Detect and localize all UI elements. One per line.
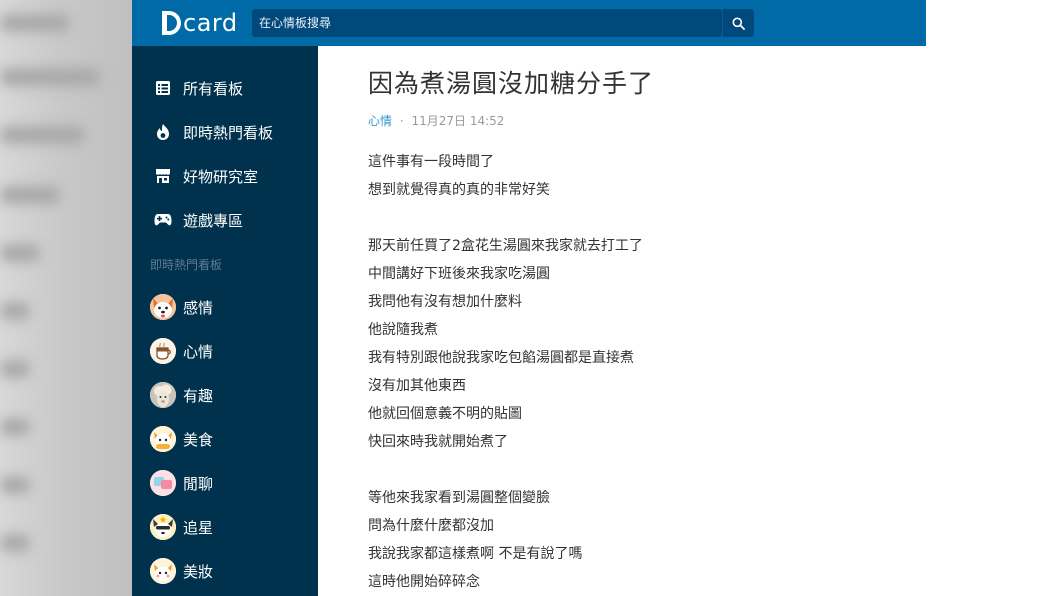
post-meta: 心情 · 11月27日 14:52 bbox=[368, 112, 504, 129]
post-body-line: 這件事有一段時間了 bbox=[368, 154, 494, 170]
sidebar-item-label: 遊戲專區 bbox=[183, 211, 244, 230]
meta-separator: · bbox=[399, 114, 404, 128]
sidebar-item-games[interactable]: 遊戲專區 bbox=[132, 202, 318, 238]
post-body-line: 這時他開始碎碎念 bbox=[368, 574, 480, 590]
post-body-line: 中間講好下班後來我家吃湯圓 bbox=[368, 266, 550, 282]
sidebar-forum-mood[interactable]: 心情 bbox=[132, 333, 318, 369]
star-dog-avatar-icon bbox=[150, 514, 176, 540]
post-body: 這件事有一段時間了想到就覺得真的真的非常好笑那天前任買了2盒花生湯圓來我家就去打… bbox=[368, 148, 908, 596]
post-forum-link[interactable]: 心情 bbox=[368, 114, 392, 128]
search-input[interactable] bbox=[252, 9, 722, 37]
sidebar-item-all-forums[interactable]: 所有看板 bbox=[132, 70, 318, 106]
shop-icon bbox=[153, 166, 173, 186]
cup-avatar-icon bbox=[150, 338, 176, 364]
dcard-logo[interactable]: card bbox=[162, 7, 238, 39]
sidebar-forum-idol[interactable]: 追星 bbox=[132, 509, 318, 545]
food-avatar-icon bbox=[150, 426, 176, 452]
post-body-line: 我有特別跟他說我家吃包餡湯圓都是直接煮 bbox=[368, 350, 634, 366]
post-content-area: 因為煮湯圓沒加糖分手了 心情 · 11月27日 14:52 這件事有一段時間了想… bbox=[318, 46, 925, 596]
logo-text: card bbox=[183, 9, 238, 37]
post-title: 因為煮湯圓沒加糖分手了 bbox=[368, 69, 655, 98]
search-icon bbox=[732, 17, 745, 30]
sidebar-forum-food[interactable]: 美食 bbox=[132, 421, 318, 457]
sidebar-item-label: 所有看板 bbox=[183, 79, 244, 98]
sidebar-item-label: 好物研究室 bbox=[183, 167, 259, 186]
post-body-line: 我說我家都這樣煮啊 不是有說了嗎 bbox=[368, 546, 583, 562]
sidebar-forum-chat[interactable]: 閒聊 bbox=[132, 465, 318, 501]
gamepad-icon bbox=[153, 210, 173, 230]
post-body-line: 等他來我家看到湯圓整個變臉 bbox=[368, 490, 550, 506]
top-header: card bbox=[132, 0, 926, 46]
sidebar-item-label: 即時熱門看板 bbox=[183, 123, 274, 142]
list-icon bbox=[153, 78, 173, 98]
forum-label: 美食 bbox=[183, 430, 214, 449]
hot-forums-section-title: 即時熱門看板 bbox=[150, 258, 223, 272]
chat-avatar-icon bbox=[150, 470, 176, 496]
post-body-line: 沒有加其他東西 bbox=[368, 378, 466, 394]
flame-icon bbox=[153, 122, 173, 142]
post-body-blank-line bbox=[368, 456, 908, 484]
dog-avatar-icon bbox=[150, 294, 176, 320]
forum-label: 追星 bbox=[183, 518, 214, 537]
forum-label: 感情 bbox=[183, 298, 214, 317]
search-button[interactable] bbox=[722, 9, 754, 37]
search-box bbox=[252, 9, 722, 37]
post-body-line: 我問他有沒有想加什麼料 bbox=[368, 294, 522, 310]
makeup-avatar-icon bbox=[150, 558, 176, 584]
post-body-line: 問為什麼什麼都沒加 bbox=[368, 518, 494, 534]
post-timestamp: 11月27日 14:52 bbox=[411, 114, 505, 128]
alpaca-avatar-icon bbox=[150, 382, 176, 408]
post-body-line: 他說隨我煮 bbox=[368, 322, 438, 338]
forum-label: 有趣 bbox=[183, 386, 214, 405]
forum-label: 閒聊 bbox=[183, 474, 214, 493]
logo-d-icon bbox=[162, 11, 182, 35]
sidebar: 所有看板 即時熱門看板 好物研究室 遊戲專區 即時熱門看板 感情 心情 有趣 美… bbox=[132, 46, 318, 596]
forum-label: 美妝 bbox=[183, 562, 214, 581]
sidebar-item-goods-lab[interactable]: 好物研究室 bbox=[132, 158, 318, 194]
sidebar-forum-funny[interactable]: 有趣 bbox=[132, 377, 318, 413]
sidebar-forum-makeup[interactable]: 美妝 bbox=[132, 553, 318, 589]
forum-label: 心情 bbox=[183, 342, 214, 361]
post-body-line: 想到就覺得真的真的非常好笑 bbox=[368, 182, 550, 198]
right-margin bbox=[925, 0, 1060, 596]
post-body-blank-line bbox=[368, 204, 908, 232]
sidebar-item-hot-forums[interactable]: 即時熱門看板 bbox=[132, 114, 318, 150]
sidebar-forum-relationship[interactable]: 感情 bbox=[132, 289, 318, 325]
post-body-line: 他就回個意義不明的貼圖 bbox=[368, 406, 522, 422]
post-body-line: 那天前任買了2盒花生湯圓來我家就去打工了 bbox=[368, 238, 643, 254]
post-body-line: 快回來時我就開始煮了 bbox=[368, 434, 508, 450]
blurred-background-strip bbox=[0, 0, 132, 596]
